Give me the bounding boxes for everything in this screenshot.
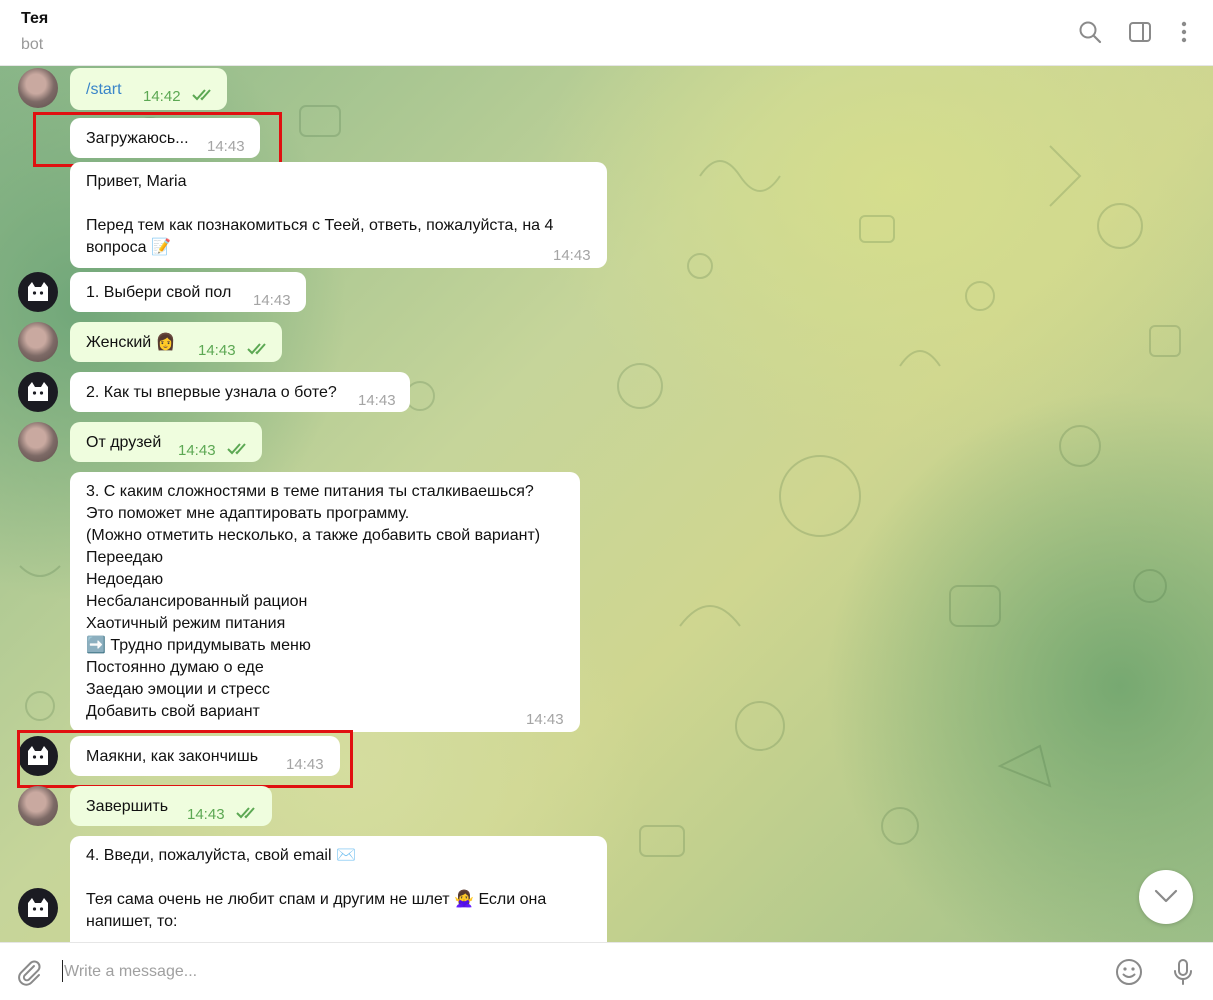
- message-text: От друзей: [86, 434, 162, 451]
- message-line: напишет, то:: [86, 913, 178, 930]
- message-line: вопроса 📝: [86, 239, 171, 256]
- message-line: Это поможет мне адаптировать программу.: [86, 505, 410, 522]
- message-time: 14:42: [143, 88, 181, 105]
- emoji-icon: [1116, 959, 1142, 985]
- message-bubble-in[interactable]: 3. С каким сложностями в теме питания ты…: [70, 472, 580, 732]
- more-vertical-icon: [1181, 21, 1187, 43]
- attach-icon: [18, 960, 41, 986]
- message-composer: [0, 942, 1213, 1000]
- message-time: 14:43: [553, 247, 591, 264]
- emoji-button[interactable]: [1114, 957, 1144, 987]
- user-avatar[interactable]: [18, 68, 58, 108]
- message-bubble-in[interactable]: 2. Как ты впервые узнала о боте? 14:43: [70, 372, 410, 412]
- message-bubble-out[interactable]: Завершить 14:43: [70, 786, 272, 826]
- user-avatar[interactable]: [18, 322, 58, 362]
- microphone-icon: [1174, 959, 1192, 985]
- message-line: Несбалансированный рацион: [86, 593, 308, 610]
- message-line: (Можно отметить несколько, а также добав…: [86, 527, 541, 544]
- double-check-icon: [236, 807, 255, 819]
- message-line: Недоедаю: [86, 571, 164, 588]
- message-time: 14:43: [253, 292, 291, 309]
- highlight-box: [33, 112, 282, 167]
- message-bubble-out[interactable]: Женский 👩 14:43: [70, 322, 282, 362]
- user-avatar[interactable]: [18, 786, 58, 826]
- more-menu-button[interactable]: [1170, 18, 1198, 46]
- chat-title[interactable]: Тея: [21, 10, 48, 28]
- attach-button[interactable]: [14, 957, 44, 987]
- message-bubble-out[interactable]: От друзей 14:43: [70, 422, 262, 462]
- sidebar-toggle-button[interactable]: [1126, 18, 1154, 46]
- user-avatar[interactable]: [18, 422, 58, 462]
- search-icon: [1079, 21, 1102, 44]
- cat-logo-icon: [28, 282, 48, 301]
- message-line: Хаотичный режим питания: [86, 615, 286, 632]
- message-line: Постоянно думаю о еде: [86, 659, 264, 676]
- search-button[interactable]: [1076, 18, 1104, 46]
- sidebar-toggle-icon: [1129, 22, 1151, 42]
- message-bubble-in[interactable]: Привет, Maria Перед тем как познакомитьс…: [70, 162, 607, 268]
- message-text: 2. Как ты впервые узнала о боте?: [86, 384, 337, 401]
- double-check-icon: [227, 443, 246, 455]
- chat-header: Тея bot: [0, 0, 1213, 66]
- message-bubble-out[interactable]: /start 14:42: [70, 68, 227, 110]
- bot-avatar[interactable]: [18, 272, 58, 312]
- chevron-down-icon: [1154, 889, 1178, 903]
- scroll-to-bottom-button[interactable]: [1139, 870, 1193, 924]
- message-time: 14:43: [198, 342, 236, 359]
- message-time: 14:43: [187, 806, 225, 823]
- chat-messages-area[interactable]: /start 14:42 Загружаюсь... 14:43 Привет,…: [0, 66, 1213, 942]
- message-line: Тея сама очень не любит спам и другим не…: [86, 891, 547, 908]
- message-input[interactable]: [62, 957, 1096, 987]
- message-line: Добавить свой вариант: [86, 703, 260, 720]
- message-time: 14:43: [358, 392, 396, 409]
- message-line: 3. С каким сложностями в теме питания ты…: [86, 483, 534, 500]
- bot-avatar[interactable]: [18, 372, 58, 412]
- highlight-box: [17, 730, 353, 788]
- message-text[interactable]: /start: [86, 79, 122, 101]
- message-text: 1. Выбери свой пол: [86, 284, 232, 301]
- message-time: 14:43: [178, 442, 216, 459]
- bot-avatar[interactable]: [18, 888, 58, 928]
- message-time: 14:43: [526, 711, 564, 728]
- cat-logo-icon: [28, 382, 48, 401]
- chat-subtitle: bot: [21, 36, 44, 53]
- message-line: Перед тем как познакомиться с Теей, отве…: [86, 217, 554, 234]
- message-line: ➡️ Трудно придумывать меню: [86, 637, 311, 654]
- double-check-icon: [247, 343, 266, 355]
- message-line: 4. Введи, пожалуйста, свой email ✉️: [86, 847, 356, 864]
- cat-logo-icon: [28, 898, 48, 917]
- message-bubble-in[interactable]: 4. Введи, пожалуйста, свой email ✉️ Тея …: [70, 836, 607, 942]
- message-text: Завершить: [86, 798, 169, 815]
- voice-message-button[interactable]: [1168, 957, 1198, 987]
- double-check-icon: [192, 89, 211, 101]
- message-bubble-in[interactable]: 1. Выбери свой пол 14:43: [70, 272, 306, 312]
- message-line: Заедаю эмоции и стресс: [86, 681, 270, 698]
- message-line: Переедаю: [86, 549, 163, 566]
- message-text: Женский 👩: [86, 334, 176, 351]
- message-line: Привет, Maria: [86, 173, 187, 190]
